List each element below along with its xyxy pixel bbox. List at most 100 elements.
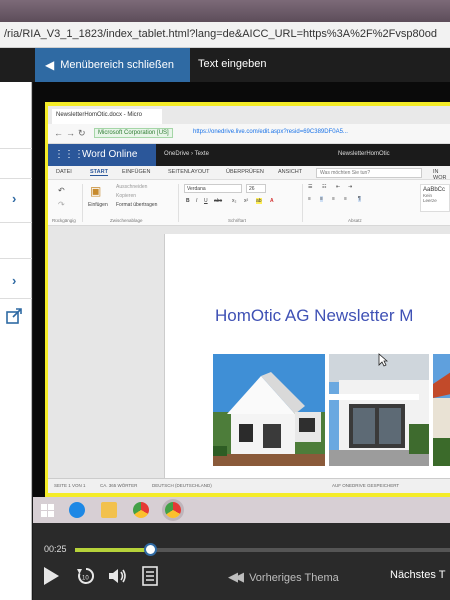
back-icon: ← xyxy=(54,128,63,138)
paste-icon: ▣ xyxy=(90,184,102,198)
highlight-icon: ab xyxy=(256,198,262,204)
superscript-icon: x² xyxy=(244,198,249,204)
status-words: CA. 365 WÖRTER xyxy=(100,483,138,488)
font-group-label: Schriftart xyxy=(228,218,247,223)
recorded-taskbar xyxy=(33,497,450,523)
browser-address-bar[interactable]: /ria/RIA_V3_1_1823/index_tablet.html?lan… xyxy=(0,22,450,48)
windows-start-icon xyxy=(41,504,54,517)
app-launcher-icon: ⋮⋮⋮ xyxy=(54,149,84,160)
justify-icon: ≡ xyxy=(344,196,347,202)
double-arrow-left-icon: ◀◀ xyxy=(228,569,244,584)
play-icon[interactable] xyxy=(42,566,60,586)
status-save: AUF ONEDRIVE GESPEICHERT xyxy=(332,483,400,488)
undo-group-label: Rückgängig xyxy=(52,218,76,223)
font-name-select: Verdana xyxy=(184,184,242,193)
ribbon-divider xyxy=(302,184,303,222)
reload-icon: ↻ xyxy=(78,128,86,138)
word-tab-start: START xyxy=(90,169,108,176)
text-input-button[interactable]: Text eingeben xyxy=(198,58,267,70)
recorded-screen: NewsletterHomOtic.docx - Micro ← → ↻ Mic… xyxy=(48,106,450,493)
word-app-name: Word Online xyxy=(82,149,138,160)
os-top-strip xyxy=(0,0,450,22)
app-header: ◀ Menübereich schließen Text eingeben xyxy=(0,48,450,82)
cut-label: Ausschneiden xyxy=(116,184,148,190)
paragraph-group-label: Absatz xyxy=(348,218,362,223)
ribbon-divider xyxy=(82,184,83,222)
chevron-right-icon[interactable]: › xyxy=(12,191,16,206)
align-left-icon: ≡ xyxy=(308,196,311,202)
word-doc-name: NewsletterHomOtic xyxy=(338,151,390,157)
divider xyxy=(0,298,32,299)
status-page: SEITE 1 VON 1 xyxy=(54,483,86,488)
redo-icon: ↷ xyxy=(58,200,65,209)
playback-time: 00:25 xyxy=(44,544,67,554)
word-tab-ueberpruefen: ÜBERPRÜFEN xyxy=(226,169,264,175)
align-right-icon: ≡ xyxy=(332,196,335,202)
bold-icon: B xyxy=(186,198,190,204)
arrow-left-icon: ◀ xyxy=(45,58,55,72)
svg-text:10: 10 xyxy=(82,576,89,582)
word-tab-einfuegen: EINFÜGEN xyxy=(122,169,151,175)
copy-label: Kopieren xyxy=(116,193,137,199)
seek-handle[interactable] xyxy=(144,543,157,556)
ltr-icon: ¶ xyxy=(358,196,361,202)
paste-label: Einfügen xyxy=(88,202,108,208)
internet-explorer-icon xyxy=(69,502,85,518)
seek-progress xyxy=(75,548,150,552)
previous-topic-button[interactable]: ◀◀ Vorheriges Thema xyxy=(228,569,339,585)
mouse-cursor-icon xyxy=(378,353,388,367)
secure-badge: Microsoft Corporation [US] xyxy=(94,128,173,138)
style-name: Kein Leerze xyxy=(423,193,437,203)
word-tab-seitenlayout: SEITENLAYOUT xyxy=(168,169,210,175)
clipboard-group-label: Zwischenablage xyxy=(110,218,143,223)
inner-url: https://onedrive.live.com/edit.aspx?resi… xyxy=(193,129,348,135)
next-topic-button[interactable]: Nächstes T xyxy=(390,569,445,581)
word-breadcrumb: OneDrive › Texte xyxy=(164,151,209,157)
document-page: HomOtic AG Newsletter M xyxy=(164,234,450,478)
ribbon-divider xyxy=(178,184,179,222)
previous-topic-label: Vorheriges Thema xyxy=(249,572,339,584)
volume-icon[interactable] xyxy=(108,567,128,585)
style-gallery: AaBbCc Kein Leerze xyxy=(420,184,450,212)
divider xyxy=(0,148,32,149)
seek-bar[interactable] xyxy=(75,548,450,552)
transcript-icon[interactable] xyxy=(142,566,158,586)
browser-url: /ria/RIA_V3_1_1823/index_tablet.html?lan… xyxy=(4,28,437,40)
word-header: ⋮⋮⋮ Word Online OneDrive › Texte Newslet… xyxy=(48,144,450,166)
subscript-icon: x₂ xyxy=(232,198,237,204)
word-ribbon: ↶ ↷ Rückgängig ▣ Einfügen Ausschneiden K… xyxy=(48,180,450,226)
outdent-icon: ⇤ xyxy=(336,184,341,190)
font-color-icon: A xyxy=(270,198,274,204)
align-center-icon: ≡ xyxy=(320,196,323,202)
inner-address-bar: ← → ↻ Microsoft Corporation [US] https:/… xyxy=(48,124,450,144)
format-painter-label: Format übertragen xyxy=(116,202,158,208)
file-explorer-icon xyxy=(101,502,117,518)
chrome-icon xyxy=(133,502,149,518)
status-language: DEUTSCH (DEUTSCHLAND) xyxy=(152,483,212,488)
house-photo-1 xyxy=(213,354,325,466)
chrome-active-icon xyxy=(165,502,181,518)
menu-close-button[interactable]: ◀ Menübereich schließen xyxy=(35,48,190,82)
replay-10-icon[interactable]: 10 xyxy=(76,566,96,586)
word-ribbon-tabs: DATEI START EINFÜGEN SEITENLAYOUT ÜBERPR… xyxy=(48,166,450,181)
bullets-icon: ☰ xyxy=(308,184,313,190)
divider xyxy=(0,222,32,223)
chevron-right-icon[interactable]: › xyxy=(12,273,16,288)
external-link-icon[interactable] xyxy=(6,308,22,324)
house-photo-3 xyxy=(433,354,450,466)
house-photo-2 xyxy=(329,354,429,466)
word-tab-ansicht: ANSICHT xyxy=(278,169,303,175)
underline-icon: U xyxy=(204,198,208,204)
strikethrough-icon: abc xyxy=(214,198,223,204)
font-size-select: 26 xyxy=(246,184,266,193)
divider xyxy=(0,178,32,179)
word-status-bar: SEITE 1 VON 1 CA. 365 WÖRTER DEUTSCH (DE… xyxy=(48,478,450,493)
divider xyxy=(0,258,32,259)
word-search-box: Was möchten Sie tun? xyxy=(316,168,422,178)
undo-icon: ↶ xyxy=(58,186,65,195)
indent-icon: ⇥ xyxy=(348,184,353,190)
left-menu-panel: › › xyxy=(0,82,32,600)
player-controls xyxy=(33,523,450,600)
menu-close-label: Menübereich schließen xyxy=(60,59,174,71)
forward-icon: → xyxy=(66,128,75,138)
